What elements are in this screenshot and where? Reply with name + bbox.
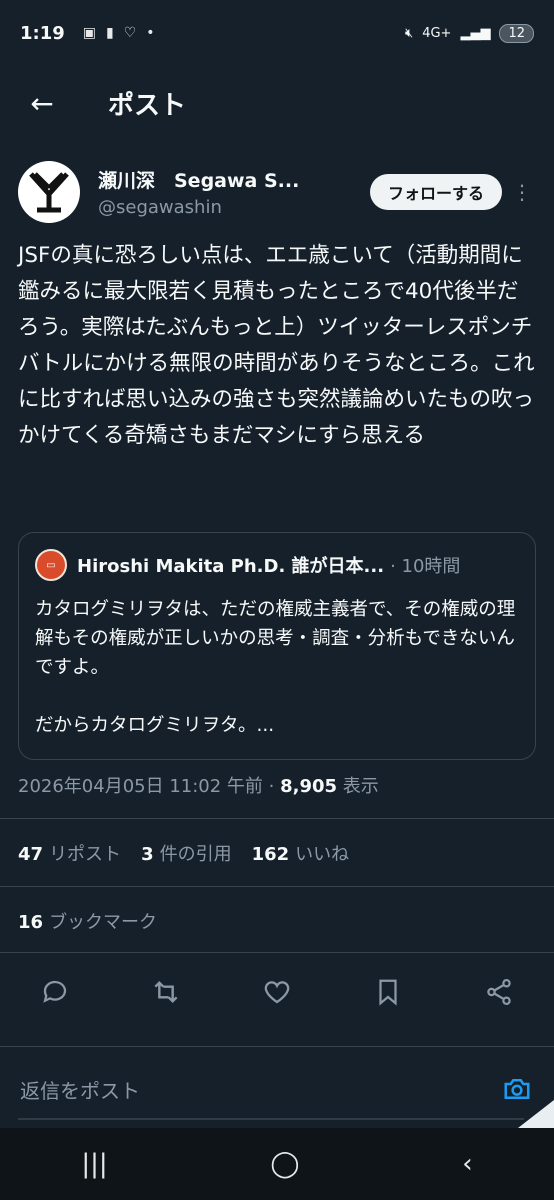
quoted-tweet[interactable]: ▭ Hiroshi Makita Ph.D. 誰が日本... · 10時間 カタ… [18,532,536,760]
likes-stat[interactable]: 162 いいね [252,840,350,866]
like-button[interactable] [252,967,302,1017]
quote-timestamp: · 10時間 [390,556,461,577]
quote-author-name: Hiroshi Makita Ph.D. 誰が日本... [77,556,385,577]
quotes-stat[interactable]: 3 件の引用 [141,840,232,866]
bookmark-button[interactable] [363,967,413,1017]
tweet-author: 瀬川深 Segawa S... @segawashin フォローする ⋮ [18,160,536,224]
system-icons: 🔇︎ 4G+ ▂▄▆ 12 [405,23,534,43]
heart-notification-icon: ♡ [123,25,137,41]
divider [0,886,554,887]
follow-button[interactable]: フォローする [369,174,502,210]
tweet-meta: 2026年04月05日 11:02 午前 · 8,905 表示 [18,772,379,798]
avatar-logo-icon [29,172,69,213]
reposts-stat[interactable]: 47 リポスト [18,840,121,866]
back-arrow-icon[interactable]: ← [0,87,84,120]
bookmark-icon [379,979,397,1006]
network-type: 4G+ [422,25,452,41]
avatar[interactable] [18,161,80,223]
share-button[interactable] [474,967,524,1017]
tweet-datetime[interactable]: 2026年04月05日 11:02 午前 · [18,776,280,797]
reply-input[interactable]: 返信をポスト [20,1075,140,1104]
bookmarks-stat[interactable]: 16 ブックマーク [18,908,157,934]
repost-icon [154,980,178,1004]
reply-icon [43,980,67,1003]
reply-composer[interactable]: 返信をポスト [0,1058,554,1120]
notification-icons: ▣ ▮ ♡ • [83,25,155,41]
alert-icon: ▮ [106,25,114,41]
camera-icon[interactable] [500,1072,534,1106]
app-notification-icon: ▣ [82,25,97,41]
status-bar: 1:19 ▣ ▮ ♡ • 🔇︎ 4G+ ▂▄▆ 12 [0,0,554,66]
home-icon[interactable]: ◯ [270,1149,299,1179]
divider [0,952,554,953]
divider [0,818,554,819]
more-notifications-dot: • [146,25,155,41]
quote-header: ▭ Hiroshi Makita Ph.D. 誰が日本... · 10時間 [35,549,519,581]
page-title: ポスト [108,90,187,121]
action-bar [0,966,554,1018]
repost-button[interactable] [141,967,191,1017]
quote-avatar: ▭ [35,549,67,581]
view-label: 表示 [337,776,379,797]
display-name[interactable]: 瀬川深 Segawa S... [98,166,323,193]
more-options-icon[interactable]: ⋮ [508,180,536,204]
android-nav-bar: ||| ◯ ‹ [0,1128,554,1200]
reply-underline [18,1118,524,1120]
top-header: ← ポスト [0,72,554,134]
signal-icon: ▂▄▆ [460,25,491,41]
author-names: 瀬川深 Segawa S... @segawashin [98,166,323,218]
status-time: 1:19 [20,22,65,44]
tweet-text: JSFの真に恐ろしい点は、エエ歳こいて（活動期間に鑑みるに最大限若く見積もったと… [18,243,535,448]
user-handle[interactable]: @segawashin [98,197,323,218]
reply-button[interactable] [30,967,80,1017]
battery-icon: 12 [499,23,534,43]
quote-text: カタログミリヲタは、ただの権威主義者で、その権威の理解もその権威が正しいかの思考… [35,599,516,736]
back-nav-icon[interactable]: ‹ [462,1149,472,1179]
mute-icon: 🔇︎ [405,25,414,41]
divider [0,1046,554,1047]
heart-icon [264,981,290,1004]
view-count: 8,905 [280,776,338,797]
share-icon [486,979,511,1005]
engagement-stats: 47 リポスト 3 件の引用 162 いいね [18,840,349,866]
recents-icon[interactable]: ||| [81,1149,107,1179]
